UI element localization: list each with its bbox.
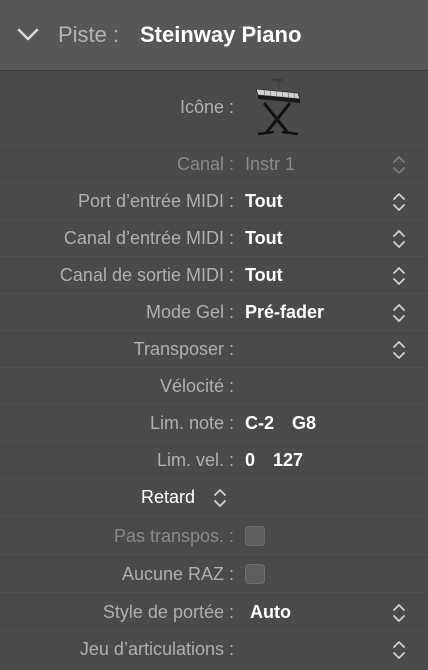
midi-out-channel-label: Canal de sortie MIDI : xyxy=(59,265,234,285)
transpose-label: Transposer : xyxy=(133,339,234,359)
articulation-set-label: Jeu d’articulations : xyxy=(79,639,234,659)
channel-value[interactable]: Instr 1 xyxy=(245,154,295,175)
midi-in-port-label: Port d’entrée MIDI : xyxy=(77,191,234,211)
row-midi-in-channel[interactable]: Canal d’entrée MIDI : Tout xyxy=(0,220,428,257)
row-freeze-mode[interactable]: Mode Gel : Pré-fader xyxy=(0,294,428,331)
stepper-icon[interactable] xyxy=(392,229,406,249)
midi-in-channel-label: Canal d’entrée MIDI : xyxy=(63,228,234,248)
row-channel[interactable]: Canal : Instr 1 xyxy=(0,146,428,183)
icon-row: Icône : xyxy=(0,71,428,146)
note-limit-low[interactable]: C-2 xyxy=(245,413,274,434)
row-midi-in-port[interactable]: Port d’entrée MIDI : Tout xyxy=(0,183,428,220)
note-limit-label: Lim. note : xyxy=(149,413,234,433)
stepper-icon[interactable] xyxy=(392,266,406,286)
velocity-limit-label: Lim. vel. : xyxy=(156,450,234,470)
row-midi-out-channel[interactable]: Canal de sortie MIDI : Tout xyxy=(0,257,428,294)
row-articulation-set[interactable]: Jeu d’articulations : xyxy=(0,631,428,668)
track-inspector-panel: Piste : Steinway Piano Icône : Canal: I… xyxy=(0,0,428,670)
row-transpose[interactable]: Transposer : xyxy=(0,331,428,368)
midi-in-port-value[interactable]: Tout xyxy=(245,191,283,212)
icon-label: Icône : xyxy=(179,97,234,117)
row-no-reset[interactable]: Aucune RAZ : xyxy=(0,556,428,593)
row-divider xyxy=(0,554,428,555)
stepper-icon[interactable] xyxy=(213,488,227,508)
staff-style-value[interactable]: Auto xyxy=(250,602,291,623)
midi-out-channel-value[interactable]: Tout xyxy=(245,265,283,286)
note-limit-high[interactable]: G8 xyxy=(292,413,316,434)
no-reset-label: Aucune RAZ : xyxy=(121,564,234,584)
velocity-limit-high[interactable]: 127 xyxy=(273,450,303,471)
stepper-icon[interactable] xyxy=(392,303,406,323)
row-divider xyxy=(0,592,428,593)
stepper-icon[interactable] xyxy=(392,640,406,660)
row-note-limit[interactable]: Lim. note : C-2 G8 xyxy=(0,405,428,442)
row-delay[interactable]: Retard xyxy=(0,479,428,516)
stepper-icon[interactable] xyxy=(392,155,406,175)
no-reset-checkbox[interactable] xyxy=(245,564,265,584)
no-transpose-checkbox[interactable] xyxy=(245,526,265,546)
keyboard-stand-icon[interactable] xyxy=(250,77,306,139)
freeze-mode-label: Mode Gel : xyxy=(145,302,234,322)
midi-in-channel-value[interactable]: Tout xyxy=(245,228,283,249)
velocity-label: Vélocité : xyxy=(159,376,234,396)
freeze-mode-value[interactable]: Pré-fader xyxy=(245,302,324,323)
chevron-down-icon[interactable] xyxy=(17,27,39,43)
delay-label[interactable]: Retard xyxy=(141,487,195,508)
row-divider xyxy=(0,515,428,516)
channel-label: Canal : xyxy=(176,154,234,174)
inspector-header[interactable]: Piste : Steinway Piano xyxy=(0,0,428,71)
no-transpose-label: Pas transpos. : xyxy=(113,526,234,546)
row-no-transpose[interactable]: Pas transpos. : xyxy=(0,518,428,555)
staff-style-label: Style de portée : xyxy=(102,602,234,622)
row-staff-style[interactable]: Style de portée : Auto xyxy=(0,594,428,631)
velocity-limit-low[interactable]: 0 xyxy=(245,450,255,471)
track-name[interactable]: Steinway Piano xyxy=(140,22,301,48)
stepper-icon[interactable] xyxy=(392,192,406,212)
row-velocity-limit[interactable]: Lim. vel. : 0 127 xyxy=(0,442,428,479)
row-velocity[interactable]: Vélocité : xyxy=(0,368,428,405)
stepper-icon[interactable] xyxy=(392,340,406,360)
stepper-icon[interactable] xyxy=(392,603,406,623)
section-label: Piste : xyxy=(58,22,120,47)
